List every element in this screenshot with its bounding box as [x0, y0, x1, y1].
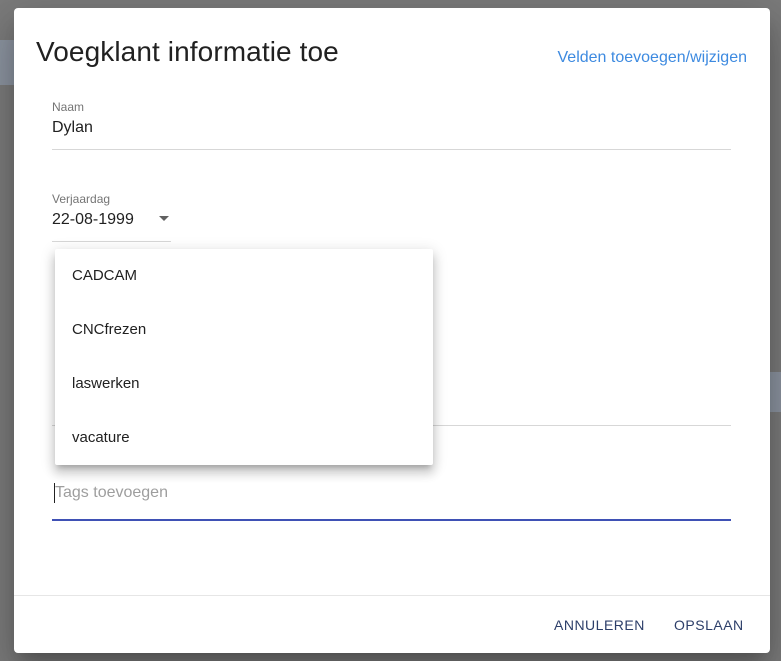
tags-underline	[52, 519, 731, 521]
menu-item-vacature[interactable]: vacature	[55, 411, 433, 465]
name-value[interactable]: Dylan	[52, 119, 731, 137]
birthday-underline	[52, 241, 171, 242]
dialog-title: Voegklant informatie toe	[36, 36, 339, 67]
tags-field[interactable]	[52, 476, 731, 521]
menu-item-cadcam[interactable]: CADCAM	[55, 249, 433, 303]
name-label: Naam	[52, 100, 85, 114]
tag-suggestions-menu: CADCAM CNCfrezen laswerken vacature	[55, 249, 433, 465]
add-customer-info-dialog: Voegklant informatie toe Velden toevoege…	[14, 8, 770, 653]
name-underline	[52, 149, 731, 150]
background-panel	[0, 40, 14, 85]
tags-input[interactable]	[52, 476, 731, 510]
actions-divider	[14, 595, 770, 596]
birthday-value[interactable]: 22-08-1999	[52, 211, 171, 229]
text-cursor	[54, 483, 55, 503]
background-panel	[770, 372, 781, 412]
edit-fields-link[interactable]: Velden toevoegen/wijzigen	[558, 49, 747, 67]
name-field[interactable]: Naam Dylan	[52, 100, 731, 150]
chevron-down-icon[interactable]	[159, 216, 169, 221]
menu-item-laswerken[interactable]: laswerken	[55, 357, 433, 411]
cancel-button[interactable]: ANNULEREN	[554, 617, 645, 633]
birthday-label: Verjaardag	[52, 192, 111, 206]
save-button[interactable]: OPSLAAN	[674, 617, 744, 633]
menu-item-cncfrezen[interactable]: CNCfrezen	[55, 303, 433, 357]
birthday-select[interactable]: Verjaardag 22-08-1999	[52, 192, 171, 242]
